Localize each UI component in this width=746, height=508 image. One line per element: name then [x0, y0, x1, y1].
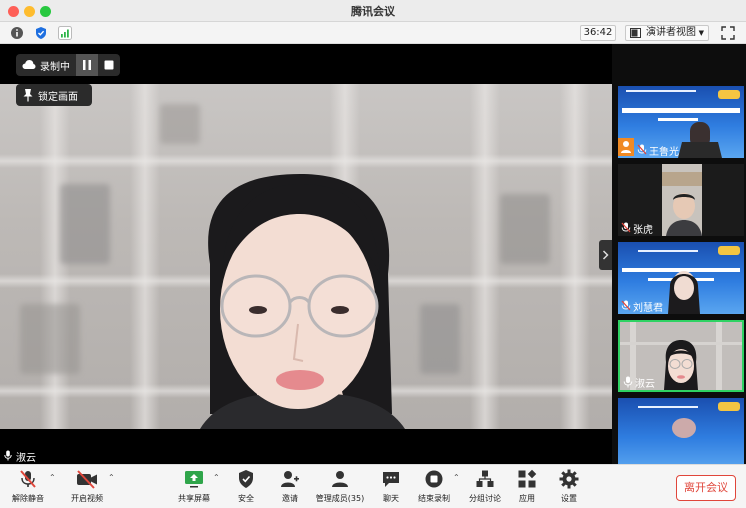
participant-name: 淑云 — [635, 379, 655, 390]
manage-members-label: 管理成员(35) — [315, 494, 365, 503]
window-title: 腾讯会议 — [351, 5, 395, 18]
view-mode-label: 演讲者视图 — [646, 27, 696, 38]
security-button[interactable]: 安全 — [232, 469, 260, 507]
title-bar: 腾讯会议 — [0, 0, 746, 22]
microphone-icon — [4, 450, 12, 461]
microphone-muted-icon — [621, 222, 631, 233]
video-off-icon — [77, 470, 97, 489]
main-video-area[interactable]: 录制中 锁定画面 淑云 — [0, 44, 612, 464]
chevron-up-icon[interactable]: ⌃ — [49, 473, 56, 482]
microphone-icon — [623, 376, 633, 388]
participant-tile-active[interactable]: 淑云 — [618, 320, 744, 392]
settings-button[interactable]: 设置 — [556, 469, 582, 507]
breakout-rooms-label: 分组讨论 — [469, 494, 501, 503]
signal-icon[interactable] — [58, 26, 72, 40]
pin-view-label: 锁定画面 — [38, 92, 78, 103]
end-recording-label: 结束录制 — [418, 494, 450, 503]
microphone-muted-icon — [637, 144, 647, 155]
microphone-muted-icon — [20, 470, 36, 488]
manage-members-button[interactable]: 管理成员(35) — [314, 469, 366, 507]
cloud-icon — [22, 60, 36, 69]
participant-name: 刘慧君 — [633, 303, 663, 314]
pause-recording-button[interactable] — [76, 54, 98, 76]
gear-icon — [559, 469, 579, 489]
unmute-label: 解除静音 — [12, 494, 44, 503]
user-avatar-icon — [618, 138, 634, 156]
participant-video-list[interactable]: 王鲁光 张虎 刘慧君 淑云 — [612, 44, 746, 464]
security-label: 安全 — [238, 494, 254, 503]
participant-tile[interactable] — [618, 398, 744, 464]
breakout-rooms-button[interactable]: 分组讨论 — [466, 469, 504, 507]
meeting-info-bar: 36:42 演讲者视图 ▼ — [0, 22, 746, 44]
apps-icon — [518, 469, 537, 488]
chat-button[interactable]: 聊天 — [378, 469, 404, 507]
meeting-banner-background — [618, 398, 744, 464]
speaker-person — [200, 174, 405, 429]
start-video-label: 开启视频 — [71, 494, 103, 503]
pin-icon — [23, 89, 33, 102]
chevron-down-icon: ▼ — [698, 29, 704, 37]
chat-icon — [383, 472, 399, 487]
speaker-name: 淑云 — [16, 453, 36, 464]
chat-label: 聊天 — [383, 494, 399, 503]
chevron-right-icon — [602, 250, 609, 260]
shield-icon — [239, 470, 253, 488]
invite-button[interactable]: 邀请 — [276, 469, 304, 507]
invite-label: 邀请 — [282, 494, 298, 503]
speaker-view-icon — [630, 28, 641, 38]
participant-tile[interactable]: 张虎 — [618, 164, 744, 236]
meeting-timer: 36:42 — [580, 25, 616, 41]
share-screen-icon — [185, 471, 203, 488]
pause-icon — [83, 60, 91, 70]
meeting-toolbar: 解除静音 ⌃ 开启视频 ⌃ 共享屏幕 ⌃ 安全 邀请 管理成员(35) 聊天 结… — [0, 464, 746, 508]
add-user-icon — [281, 471, 299, 487]
pin-view-button[interactable]: 锁定画面 — [16, 84, 92, 106]
recording-label: 录制中 — [40, 62, 70, 73]
apps-label: 应用 — [519, 494, 535, 503]
participant-tile[interactable]: 刘慧君 — [618, 242, 744, 314]
shield-icon[interactable] — [34, 26, 48, 40]
unmute-button[interactable]: 解除静音 — [8, 469, 48, 507]
share-screen-button[interactable]: 共享屏幕 — [176, 469, 212, 507]
view-mode-select[interactable]: 演讲者视图 ▼ — [625, 25, 709, 41]
start-video-button[interactable]: 开启视频 — [66, 469, 108, 507]
banner-decoration — [638, 402, 740, 438]
participant-name: 张虎 — [633, 225, 653, 236]
share-screen-label: 共享屏幕 — [178, 494, 210, 503]
speaker-video-feed — [0, 84, 612, 429]
collapse-sidebar-button[interactable] — [599, 240, 612, 270]
end-recording-button[interactable]: 结束录制 — [416, 469, 452, 507]
members-icon — [332, 471, 348, 487]
stop-recording-button[interactable] — [98, 54, 120, 76]
chevron-up-icon[interactable]: ⌃ — [453, 473, 460, 482]
chevron-up-icon[interactable]: ⌃ — [213, 473, 220, 482]
participant-name: 王鲁光 — [649, 147, 679, 158]
microphone-muted-icon — [621, 300, 631, 311]
stop-recording-icon — [425, 470, 443, 488]
settings-label: 设置 — [561, 494, 577, 503]
stop-icon — [104, 60, 114, 70]
breakout-rooms-icon — [476, 470, 494, 487]
fullscreen-icon[interactable] — [720, 25, 736, 41]
recording-badge: 录制中 — [16, 54, 76, 76]
chevron-up-icon[interactable]: ⌃ — [108, 473, 115, 482]
info-icon[interactable] — [10, 26, 24, 40]
leave-meeting-button[interactable]: 离开会议 — [676, 475, 736, 501]
apps-button[interactable]: 应用 — [514, 469, 540, 507]
participant-tile[interactable]: 王鲁光 — [618, 86, 744, 158]
